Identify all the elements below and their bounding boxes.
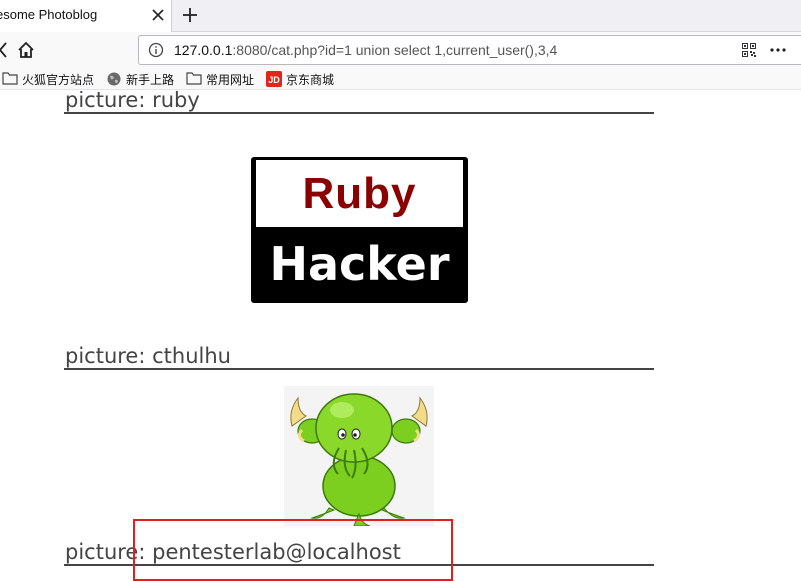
jd-icon-text: JD bbox=[268, 75, 280, 85]
new-tab-icon[interactable] bbox=[180, 5, 200, 25]
ruby-image-top-text: Ruby bbox=[256, 160, 463, 227]
bookmark-label: 京东商城 bbox=[286, 73, 335, 87]
url-path: :8080/cat.php?id=1 union select 1,curren… bbox=[232, 42, 558, 58]
cthulhu-mascot-icon bbox=[290, 393, 428, 526]
globe-icon bbox=[107, 72, 121, 86]
qr-code-icon[interactable] bbox=[742, 43, 756, 57]
folder-icon bbox=[186, 72, 202, 85]
picture-heading: picture: cthulhu bbox=[64, 344, 654, 370]
page-content: picture: ruby Ruby Hacker picture: cthul… bbox=[0, 91, 801, 581]
bookmark-label: 火狐官方站点 bbox=[22, 73, 95, 87]
nav-bar: 127.0.0.1:8080/cat.php?id=1 union select… bbox=[0, 32, 801, 68]
back-arrow-icon[interactable] bbox=[0, 41, 8, 59]
close-tab-icon[interactable] bbox=[150, 6, 166, 24]
bookmarks-bar: 火狐官方站点 新手上路 常用网址 JD 京东商城 bbox=[0, 68, 801, 90]
url-text[interactable]: 127.0.0.1:8080/cat.php?id=1 union select… bbox=[174, 42, 557, 58]
picture-name: cthulhu bbox=[152, 344, 231, 368]
cthulhu-image bbox=[284, 386, 434, 526]
highlight-annotation-box bbox=[133, 519, 453, 581]
heading-prefix: picture: bbox=[65, 91, 153, 112]
tab-bar: esome Photoblog bbox=[0, 0, 801, 32]
bookmark-label: 新手上路 bbox=[126, 73, 175, 87]
folder-icon bbox=[2, 72, 18, 85]
home-icon[interactable] bbox=[16, 40, 36, 60]
ruby-image-bottom-text: Hacker bbox=[269, 237, 450, 291]
active-tab[interactable]: esome Photoblog bbox=[0, 0, 172, 32]
url-host: 127.0.0.1 bbox=[174, 42, 233, 58]
jd-icon: JD bbox=[266, 71, 282, 87]
picture-name: ruby bbox=[152, 91, 200, 112]
tab-title: esome Photoblog bbox=[0, 7, 98, 22]
bookmark-label: 常用网址 bbox=[206, 73, 255, 87]
info-icon[interactable] bbox=[148, 42, 164, 58]
address-bar[interactable]: 127.0.0.1:8080/cat.php?id=1 union select… bbox=[138, 35, 801, 65]
picture-heading: picture: ruby bbox=[64, 91, 654, 114]
ruby-hacker-image: Ruby Hacker bbox=[251, 157, 468, 303]
heading-prefix: picture: bbox=[65, 344, 153, 368]
more-actions-icon[interactable] bbox=[767, 42, 789, 58]
